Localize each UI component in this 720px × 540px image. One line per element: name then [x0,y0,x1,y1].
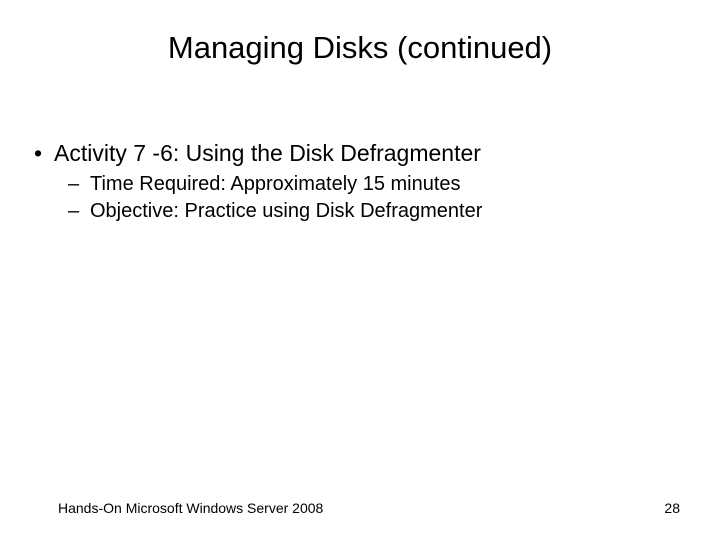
slide: Managing Disks (continued) • Activity 7 … [0,0,720,540]
bullet-text: Activity 7 -6: Using the Disk Defragment… [54,140,481,167]
bullet-text: Time Required: Approximately 15 minutes [90,173,461,196]
slide-content: • Activity 7 -6: Using the Disk Defragme… [30,140,690,223]
list-item: – Time Required: Approximately 15 minute… [68,173,690,196]
bullet-marker: – [68,200,90,223]
footer-source: Hands-On Microsoft Windows Server 2008 [58,500,323,516]
bullet-text: Objective: Practice using Disk Defragmen… [90,200,482,223]
slide-title: Managing Disks (continued) [0,30,720,66]
list-item: • Activity 7 -6: Using the Disk Defragme… [30,140,690,167]
bullet-marker: • [30,140,54,167]
bullet-marker: – [68,173,90,196]
list-item: – Objective: Practice using Disk Defragm… [68,200,690,223]
page-number: 28 [664,500,680,516]
